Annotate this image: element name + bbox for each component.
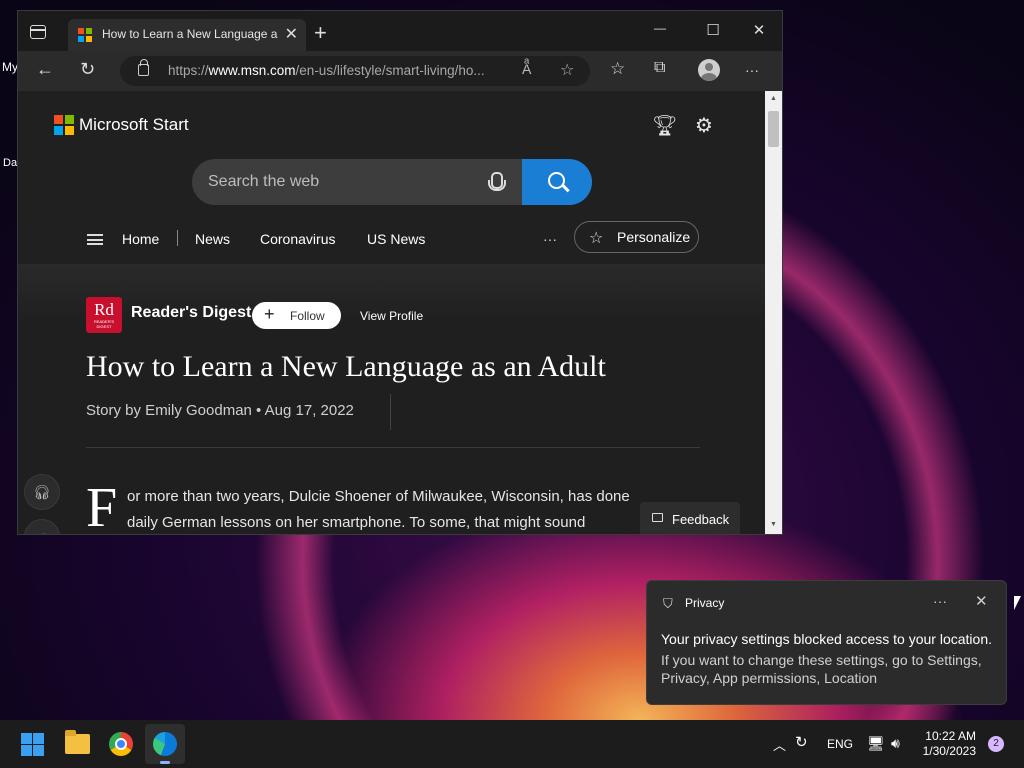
desktop-icon-label[interactable]: Da [3, 157, 17, 169]
nav-separator [177, 230, 178, 246]
tab-actions-icon[interactable] [30, 25, 46, 39]
nav-item-us-news[interactable]: US News [367, 231, 425, 247]
favorites-icon[interactable]: ☆ [610, 59, 625, 79]
more-options-icon[interactable]: ··· [745, 62, 759, 78]
publisher-name[interactable]: Reader's Digest [131, 304, 251, 322]
address-bar[interactable]: https://www.msn.com/en-us/lifestyle/smar… [120, 56, 590, 86]
desktop-icon-label[interactable]: My [2, 60, 18, 74]
article: Rd READER'S DIGEST Reader's Digest + Fol… [18, 264, 766, 535]
personalize-button[interactable]: ☆ Personalize [574, 221, 699, 253]
tab-title: How to Learn a New Language as an Adult [102, 27, 278, 41]
scroll-down-icon[interactable]: ▼ [770, 521, 777, 528]
article-byline: Story by Emily Goodman • Aug 17, 2022 [86, 402, 354, 419]
article-body: or more than two years, Dulcie Shoener o… [127, 484, 727, 534]
edge-taskbar-icon[interactable] [145, 724, 185, 764]
new-tab-button[interactable]: + [314, 20, 327, 46]
clock-date: 1/30/2023 [922, 744, 976, 758]
start-button[interactable] [21, 733, 44, 756]
msn-page: Microsoft Start 🏆︎ ⚙ Search the web Home… [18, 91, 766, 535]
lock-icon[interactable] [138, 59, 149, 76]
notification-message: Your privacy settings blocked access to … [661, 631, 992, 647]
close-window-button[interactable]: ✕ [749, 21, 769, 39]
microsoft-logo-icon[interactable] [54, 115, 74, 135]
taskbar-clock[interactable]: 10:22 AM 1/30/2023 [920, 729, 976, 759]
rewards-trophy-icon[interactable]: 🏆︎ [652, 113, 677, 138]
msn-favicon-icon [78, 28, 92, 42]
search-button[interactable] [522, 159, 592, 205]
article-headline: How to Learn a New Language as an Adult [86, 350, 606, 383]
scroll-up-icon[interactable]: ▲ [770, 95, 777, 102]
browser-toolbar: ← ↻ https://www.msn.com/en-us/lifestyle/… [18, 51, 782, 91]
feedback-icon [652, 513, 663, 522]
tab-active[interactable]: How to Learn a New Language as an Adult … [68, 19, 306, 51]
readers-digest-logo[interactable]: Rd READER'S DIGEST [86, 297, 122, 333]
follow-button[interactable]: + Follow [252, 302, 341, 329]
browser-window: How to Learn a New Language as an Adult … [17, 10, 783, 535]
show-hidden-icons-chevron-icon[interactable]: ︿ [773, 735, 786, 754]
file-explorer-icon[interactable] [65, 730, 90, 754]
page-scrollbar[interactable]: ▲ ▼ [765, 91, 782, 534]
collections-icon[interactable]: ⧉ [654, 59, 665, 77]
brand-title[interactable]: Microsoft Start [79, 115, 189, 135]
scroll-thumb[interactable] [768, 111, 779, 147]
refresh-icon[interactable]: ↻ [80, 59, 95, 80]
language-indicator[interactable]: ENG [827, 737, 853, 751]
clock-time: 10:22 AM [925, 729, 976, 743]
article-divider [86, 447, 700, 448]
personalize-star-icon: ☆ [589, 230, 604, 247]
minimize-button[interactable]: — [650, 21, 670, 35]
notification-detail: If you want to change these settings, go… [661, 652, 982, 686]
notification-more-icon[interactable]: ··· [933, 593, 947, 609]
taskbar: ︿ ↻ ENG 🖥︎ 🔊︎ 10:22 AM 1/30/2023 2 [0, 720, 1024, 768]
share-icon[interactable]: ↗ [24, 519, 60, 534]
view-profile-link[interactable]: View Profile [360, 309, 423, 323]
byline-divider [390, 394, 391, 430]
notification-title: Privacy [685, 596, 725, 610]
plus-icon: + [264, 304, 275, 324]
settings-gear-icon[interactable]: ⚙ [695, 113, 713, 138]
sync-icon[interactable]: ↻ [795, 733, 808, 751]
article-body-line: or more than two years, Dulcie Shoener o… [127, 488, 630, 505]
menu-hamburger-icon[interactable] [87, 234, 103, 245]
nav-item-coronavirus[interactable]: Coronavirus [260, 231, 335, 247]
tab-close-icon[interactable]: ✕ [285, 24, 298, 44]
notification-count-badge[interactable]: 2 [988, 736, 1004, 752]
microphone-icon[interactable] [485, 172, 506, 194]
back-icon[interactable]: ← [36, 59, 54, 80]
article-body-line: daily German lessons on her smartphone. … [127, 514, 586, 531]
url-text[interactable]: https://www.msn.com/en-us/lifestyle/smar… [168, 63, 508, 78]
mouse-cursor [1014, 596, 1021, 610]
feedback-button[interactable]: Feedback [640, 502, 740, 534]
chrome-icon[interactable] [109, 732, 133, 756]
nav-more-icon[interactable]: ··· [543, 231, 557, 247]
read-aloud-icon[interactable]: Aͣ [522, 61, 531, 77]
nav-item-news[interactable]: News [195, 231, 230, 247]
volume-icon[interactable]: 🔊︎ [891, 735, 900, 752]
privacy-notification[interactable]: ⛉ Privacy ··· ✕ Your privacy settings bl… [646, 580, 1007, 705]
add-favorite-icon[interactable]: ☆ [560, 60, 574, 80]
web-search-box[interactable]: Search the web [192, 159, 592, 205]
feedback-label: Feedback [672, 512, 730, 527]
profile-avatar[interactable] [698, 59, 720, 81]
search-input[interactable]: Search the web [208, 173, 319, 191]
drop-cap: F [86, 477, 118, 535]
shield-icon: ⛉ [663, 596, 673, 611]
nav-home[interactable]: Home [122, 231, 159, 247]
follow-label: Follow [290, 309, 325, 323]
notification-close-icon[interactable]: ✕ [975, 592, 988, 610]
maximize-button[interactable]: ☐ [703, 21, 723, 39]
personalize-label: Personalize [617, 229, 691, 245]
listen-headphones-icon[interactable]: 🎧︎ [24, 474, 60, 510]
network-icon[interactable]: 🖥︎ [867, 735, 885, 752]
tab-bar: How to Learn a New Language as an Adult … [18, 11, 782, 51]
